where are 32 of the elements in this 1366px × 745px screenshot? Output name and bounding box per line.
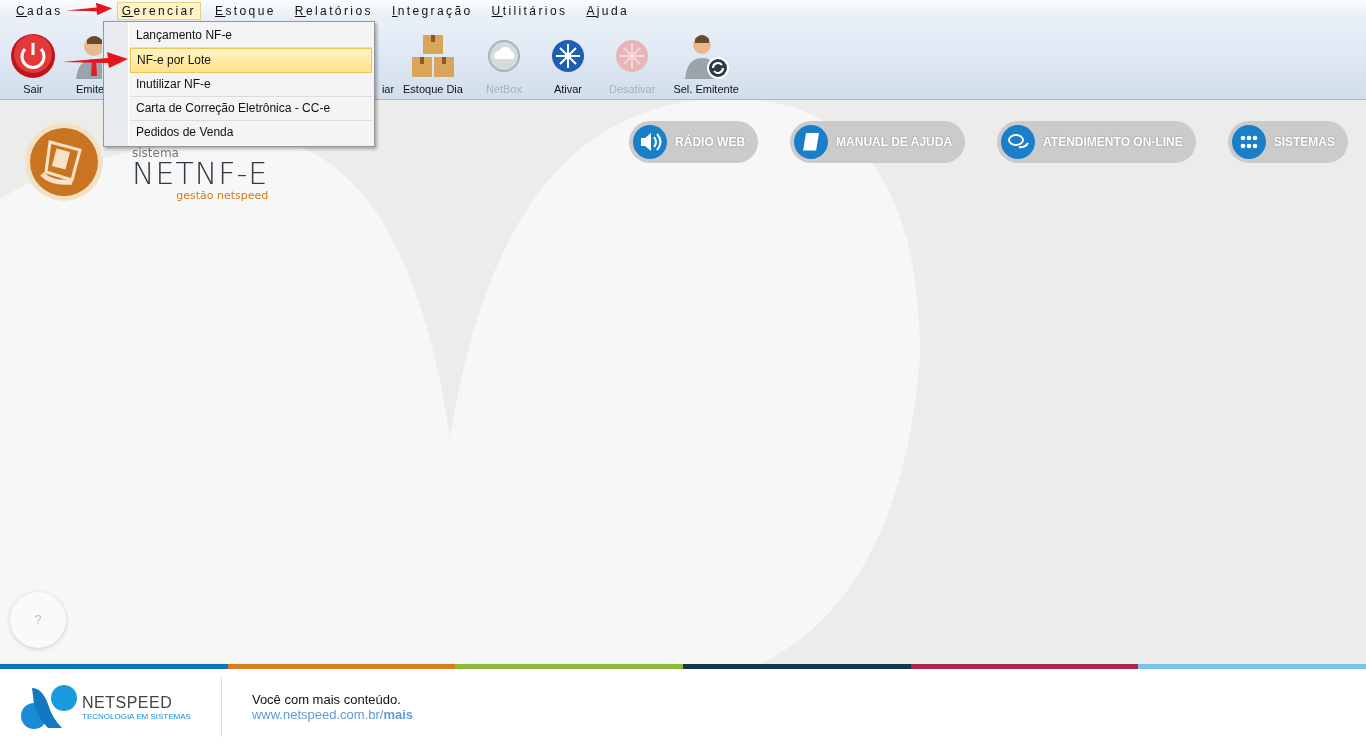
brand-name: NETNF-E	[132, 159, 269, 189]
pointer-arrow	[66, 2, 112, 16]
brand-tagline: gestão netspeed	[176, 189, 269, 202]
person-sync-icon	[683, 33, 730, 79]
menu-option[interactable]: NF-e por Lote	[130, 48, 372, 73]
speaker-icon	[633, 125, 668, 159]
menu-item[interactable]: Utilitários	[486, 1, 573, 20]
toolbar-button[interactable]: iar	[382, 83, 394, 95]
menu-option[interactable]: Inutilizar NF-e	[130, 73, 372, 97]
menu-item[interactable]: Gerenciar	[116, 1, 201, 20]
toolbar-button[interactable]: Estoque Dia	[394, 33, 472, 95]
chat-icon	[1001, 125, 1036, 159]
book-icon	[794, 125, 829, 159]
company-name: NETSPEED	[82, 693, 174, 712]
toolbar-button[interactable]: Sair	[0, 33, 66, 95]
menu-item[interactable]: Cadas	[11, 1, 68, 20]
boxes-icon	[409, 33, 456, 79]
menu-item[interactable]: Integração	[386, 1, 478, 20]
power-icon	[10, 33, 56, 79]
toolbar-button[interactable]: Ativar	[535, 33, 600, 95]
slogan-text: Você com mais conteúdo.	[251, 692, 402, 707]
brand-caption: sistema	[132, 147, 180, 159]
grid-icon	[1231, 125, 1266, 159]
menu-option[interactable]: Carta de Correção Eletrônica - CC-e	[130, 97, 372, 121]
menu-item[interactable]: Ajuda	[581, 1, 635, 20]
menu-option[interactable]: Pedidos de Venda	[130, 121, 372, 144]
netspeed-logo-icon	[20, 684, 80, 730]
menu-item[interactable]: Estoque	[210, 1, 281, 20]
menu-item[interactable]: Relatórios	[289, 1, 378, 20]
toolbar-button[interactable]: Sel. Emitente	[664, 33, 748, 95]
app-logo-icon	[24, 122, 104, 202]
company-tagline: TECNOLOGIA EM SISTEMAS	[82, 711, 191, 721]
